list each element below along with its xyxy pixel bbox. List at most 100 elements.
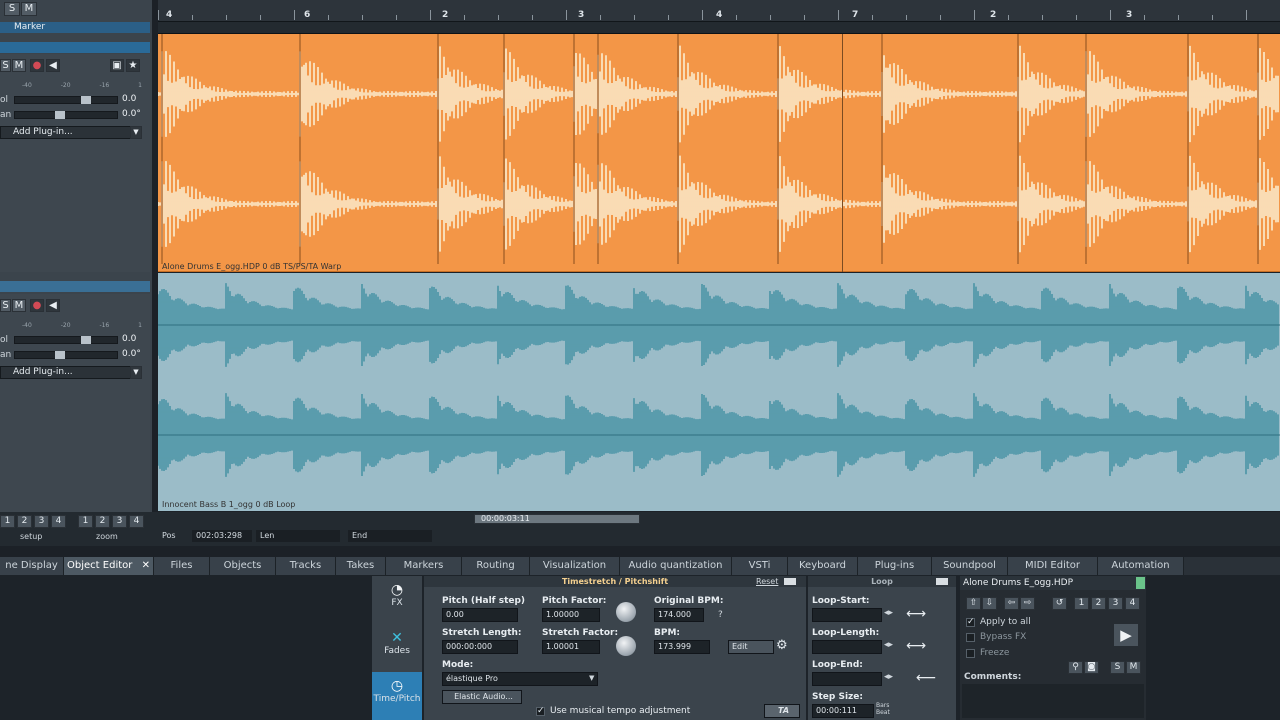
time-pitch-button[interactable]: ◷ Time/Pitch (372, 672, 422, 720)
loop-end-arrows-icon[interactable]: ⟵ (916, 670, 936, 686)
tab-files[interactable]: Files (154, 557, 210, 575)
bypass-fx-checkbox[interactable] (966, 633, 975, 642)
stretch-knob[interactable] (616, 636, 636, 656)
freeze-checkbox[interactable] (966, 649, 975, 658)
stretch-factor-input[interactable]: 1.00001 (542, 640, 600, 654)
bpm-input[interactable]: 173.999 (654, 640, 710, 654)
drum-clip[interactable]: Alone Drums E_ogg.HDP 0 dB TS/PS/TA Warp (158, 34, 1280, 272)
global-mute-button[interactable]: M (21, 2, 37, 16)
track-2-volume-slider[interactable] (14, 336, 118, 344)
timeline-ruler[interactable]: 4 6 2 3 4 7 2 3 (158, 0, 1280, 22)
setup-4-button[interactable]: 4 (51, 515, 66, 528)
chevron-down-icon[interactable]: ▼ (589, 674, 594, 682)
setup-1-button[interactable]: 1 (0, 515, 15, 528)
object-color-swatch[interactable] (1136, 577, 1145, 589)
marker-track-label[interactable]: Marker (0, 22, 150, 33)
setup-3-button[interactable]: 3 (34, 515, 49, 528)
tab-visualization[interactable]: Visualization (530, 557, 620, 575)
play-icon[interactable]: ▶ (1114, 624, 1138, 646)
arrow-left-icon[interactable]: ⇦ (1004, 597, 1019, 610)
panel-toggle[interactable] (784, 578, 796, 585)
spinner-icon[interactable]: ◂▸ (884, 640, 893, 650)
tab-display[interactable]: ne Display (0, 557, 64, 575)
tab-vsti[interactable]: VSTi (732, 557, 788, 575)
ta-button[interactable]: TA (764, 704, 800, 718)
record-icon[interactable]: ● (30, 59, 44, 72)
step-size-input[interactable]: 00:00:111 (812, 704, 874, 718)
tab-markers[interactable]: Markers (386, 557, 462, 575)
musical-tempo-checkbox[interactable] (536, 706, 545, 716)
track-2-solo-button[interactable]: S (0, 299, 11, 312)
arrow-up-icon[interactable]: ⇧ (966, 597, 981, 610)
track-1-volume-slider[interactable] (14, 96, 118, 104)
pitch-knob[interactable] (616, 602, 636, 622)
marker-lane[interactable] (158, 22, 1280, 34)
speaker-icon[interactable]: ◀ (46, 59, 60, 72)
original-bpm-input[interactable]: 174.000 (654, 608, 704, 622)
star-icon[interactable]: ★ (126, 59, 140, 72)
tab-midi-editor[interactable]: MIDI Editor (1008, 557, 1098, 575)
global-solo-button[interactable]: S (4, 2, 20, 16)
track-2-header-bar[interactable] (0, 281, 150, 292)
track-2-pan-slider[interactable] (14, 351, 118, 359)
loop-start-input[interactable] (812, 608, 882, 622)
zoom-2-button[interactable]: 2 (95, 515, 110, 528)
zoom-4-button[interactable]: 4 (129, 515, 144, 528)
loop-length-arrows-icon[interactable]: ⟷ (906, 638, 926, 654)
chevron-down-icon[interactable]: ▼ (130, 366, 142, 379)
lock-icon[interactable]: ▣ (110, 59, 124, 72)
original-bpm-help[interactable]: ? (718, 610, 723, 620)
chevron-down-icon[interactable]: ▼ (130, 126, 142, 139)
loop-start-arrows-icon[interactable]: ⟷ (906, 606, 926, 622)
track-1-mute-button[interactable]: M (12, 59, 26, 72)
tab-routing[interactable]: Routing (462, 557, 530, 575)
tab-keyboard[interactable]: Keyboard (788, 557, 858, 575)
arrow-right-icon[interactable]: ⇨ (1020, 597, 1035, 610)
reset-link[interactable]: Reset (756, 577, 778, 586)
tab-objects[interactable]: Objects (210, 557, 276, 575)
track-2-mute-button[interactable]: M (12, 299, 26, 312)
spinner-icon[interactable]: ◂▸ (884, 672, 893, 682)
fades-button[interactable]: ✕ Fades (372, 624, 422, 670)
tab-takes[interactable]: Takes (336, 557, 386, 575)
record-icon[interactable]: ● (30, 299, 44, 312)
horizontal-scrollbar[interactable]: 00:00:03:11 (474, 514, 640, 524)
object-slot-4[interactable]: 4 (1125, 597, 1140, 610)
edit-button[interactable]: Edit (728, 640, 774, 654)
arrow-down-icon[interactable]: ⇩ (982, 597, 997, 610)
close-icon[interactable]: ✕ (142, 560, 150, 571)
pos-field[interactable]: 002:03:298 (192, 530, 252, 542)
elastic-audio-button[interactable]: Elastic Audio... (442, 690, 522, 704)
undo-icon[interactable]: ↺ (1052, 597, 1067, 610)
tab-audio-quantization[interactable]: Audio quantization (620, 557, 732, 575)
object-slot-2[interactable]: 2 (1091, 597, 1106, 610)
loop-toggle[interactable] (936, 578, 948, 585)
len-field[interactable]: Len (256, 530, 340, 542)
speaker-icon[interactable]: ◀ (46, 299, 60, 312)
zoom-1-button[interactable]: 1 (78, 515, 93, 528)
mode-select[interactable]: élastique Pro (442, 672, 598, 686)
comments-field[interactable] (962, 684, 1144, 718)
track-1-solo-button[interactable]: S (0, 59, 11, 72)
loop-length-input[interactable] (812, 640, 882, 654)
tab-soundpool[interactable]: Soundpool (932, 557, 1008, 575)
object-mute-button[interactable]: M (1126, 661, 1141, 674)
pitch-input[interactable]: 0.00 (442, 608, 518, 622)
tab-plugins[interactable]: Plug-ins (858, 557, 932, 575)
gear-icon[interactable]: ⚙ (776, 638, 788, 653)
link-icon[interactable]: ⚲ (1068, 661, 1083, 674)
end-field[interactable]: End (348, 530, 432, 542)
pitch-factor-input[interactable]: 1.00000 (542, 608, 600, 622)
object-slot-3[interactable]: 3 (1108, 597, 1123, 610)
tab-automation[interactable]: Automation (1098, 557, 1184, 575)
zoom-3-button[interactable]: 3 (112, 515, 127, 528)
playhead-cursor[interactable] (842, 34, 843, 272)
bass-clip[interactable]: Innocent Bass B 1_ogg 0 dB Loop (158, 273, 1280, 511)
object-slot-1[interactable]: 1 (1074, 597, 1089, 610)
loop-end-input[interactable] (812, 672, 882, 686)
apply-all-checkbox[interactable] (966, 617, 975, 627)
tab-tracks[interactable]: Tracks (276, 557, 336, 575)
setup-2-button[interactable]: 2 (17, 515, 32, 528)
stretch-length-input[interactable]: 000:00:000 (442, 640, 518, 654)
track-1-add-plugin[interactable]: Add Plug-in... (0, 126, 142, 139)
